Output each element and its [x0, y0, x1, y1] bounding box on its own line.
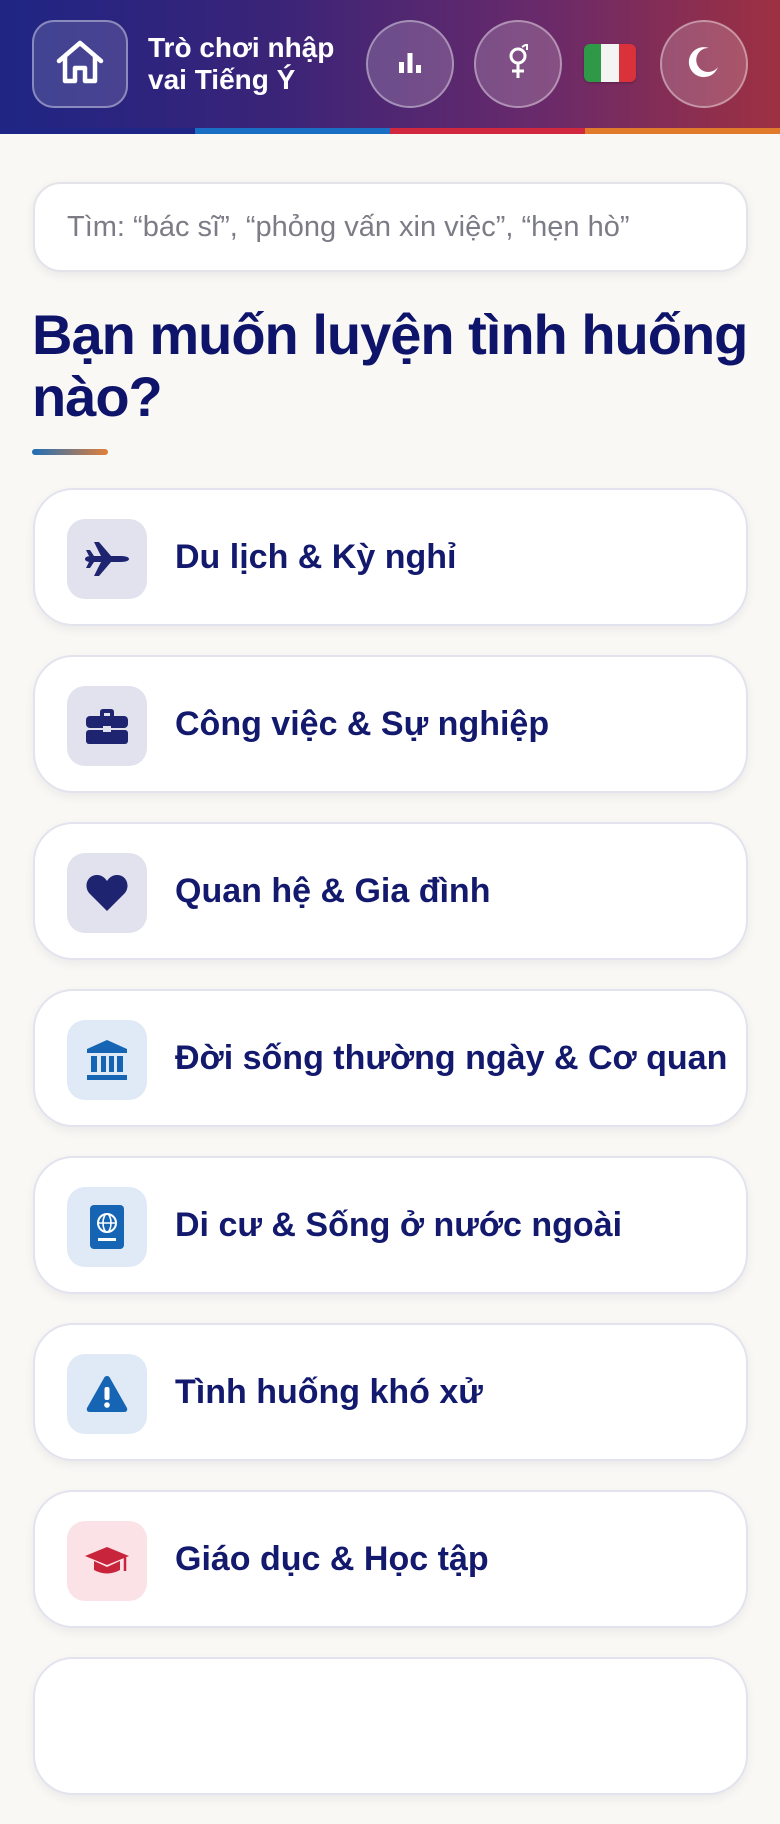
- home-button[interactable]: [32, 20, 128, 108]
- gender-icon: [506, 41, 530, 85]
- category-card-daily-life[interactable]: Đời sống thường ngày & Cơ quan: [33, 989, 748, 1127]
- search-input[interactable]: [33, 182, 748, 272]
- bank-icon: [67, 1020, 147, 1100]
- moon-icon: [687, 45, 721, 84]
- airplane-icon: [67, 519, 147, 599]
- category-card-difficult-situations[interactable]: Tình huống khó xử: [33, 1323, 748, 1461]
- category-label: Tình huống khó xử: [175, 1373, 483, 1411]
- italian-flag[interactable]: [584, 44, 636, 82]
- home-icon: [55, 39, 105, 90]
- category-label: Công việc & Sự nghiệp: [175, 705, 550, 743]
- category-list: Du lịch & Kỳ nghỉ Công việc & Sự nghiệp …: [33, 488, 748, 1824]
- category-label: Giáo dục & Học tập: [175, 1540, 489, 1578]
- category-card-partial[interactable]: [33, 1657, 748, 1795]
- app-header: Trò chơi nhập vai Tiếng Ý: [0, 0, 780, 134]
- passport-icon: [67, 1187, 147, 1267]
- bar-chart-icon: [397, 50, 423, 79]
- stats-button[interactable]: [366, 20, 454, 108]
- category-card-relationships[interactable]: Quan hệ & Gia đình: [33, 822, 748, 960]
- warning-icon: [67, 1354, 147, 1434]
- briefcase-icon: [67, 686, 147, 766]
- category-label: Quan hệ & Gia đình: [175, 872, 491, 910]
- category-card-travel[interactable]: Du lịch & Kỳ nghỉ: [33, 488, 748, 626]
- category-card-work[interactable]: Công việc & Sự nghiệp: [33, 655, 748, 793]
- gender-button[interactable]: [474, 20, 562, 108]
- category-label: Đời sống thường ngày & Cơ quan: [175, 1039, 728, 1077]
- graduation-cap-icon: [67, 1521, 147, 1601]
- header-stripe: [0, 128, 780, 134]
- heart-icon: [67, 853, 147, 933]
- page-heading: Bạn muốn luyện tình huống nào?: [32, 303, 748, 428]
- category-card-education[interactable]: Giáo dục & Học tập: [33, 1490, 748, 1628]
- category-card-immigration[interactable]: Di cư & Sống ở nước ngoài: [33, 1156, 748, 1294]
- theme-toggle-button[interactable]: [660, 20, 748, 108]
- heading-underline: [32, 449, 108, 455]
- app-title: Trò chơi nhập vai Tiếng Ý: [148, 32, 335, 95]
- category-label: Di cư & Sống ở nước ngoài: [175, 1206, 623, 1244]
- category-label: Du lịch & Kỳ nghỉ: [175, 538, 457, 576]
